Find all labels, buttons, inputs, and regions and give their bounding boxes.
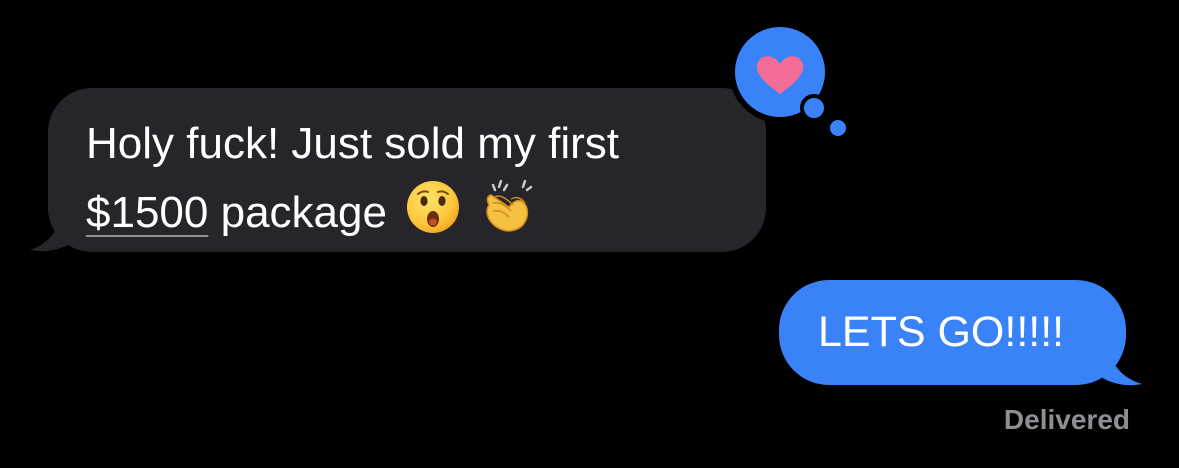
amount-data-detector-link[interactable]: $1500 — [86, 188, 208, 237]
heart-reaction-icon[interactable] — [729, 21, 850, 138]
received-message-bubble[interactable]: Holy fuck! Just sold my first $1500 pack… — [48, 88, 766, 252]
sent-message-text: LETS GO!!!!! — [818, 308, 1065, 356]
sent-message-bubble[interactable]: LETS GO!!!!! — [779, 280, 1126, 385]
received-message-text-rest: package — [220, 188, 387, 237]
received-message-line2: $1500 package — [86, 175, 746, 244]
received-message-text: Holy fuck! Just sold my first — [86, 119, 620, 168]
received-message-line1: Holy fuck! Just sold my first — [86, 113, 746, 175]
astonished-face-emoji-icon — [407, 181, 460, 233]
clapping-hands-emoji-icon — [486, 179, 533, 232]
delivery-status: Delivered — [1003, 404, 1130, 435]
